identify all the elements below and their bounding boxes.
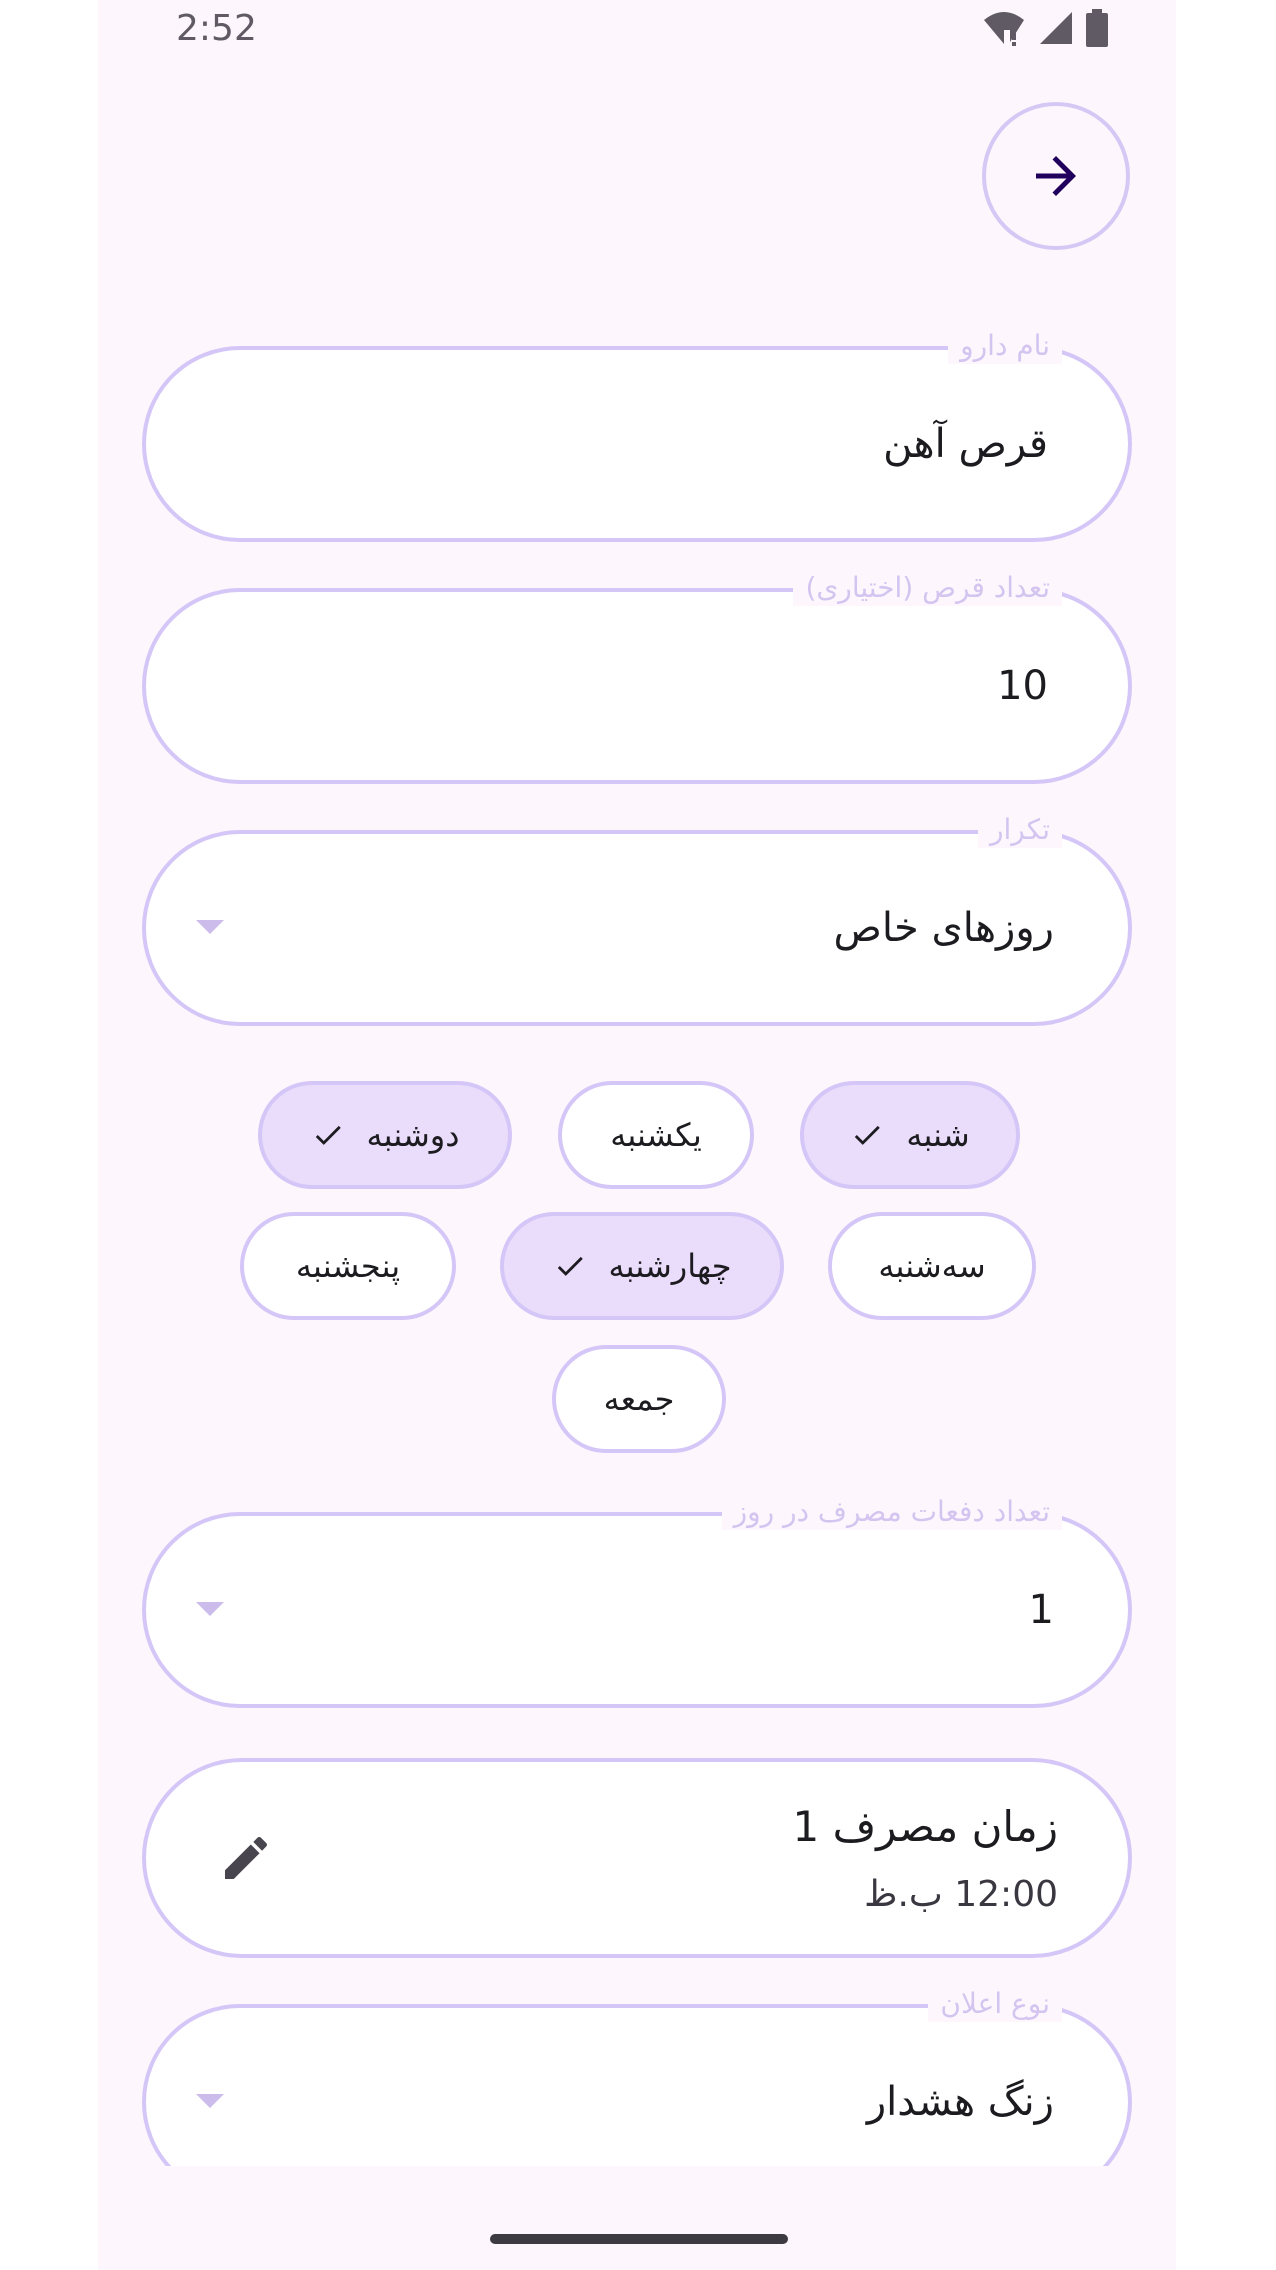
check-icon	[553, 1249, 587, 1283]
chip-label: جمعه	[603, 1380, 675, 1418]
repeat-dropdown[interactable]: تکرار روزهای خاص	[142, 812, 1132, 1026]
edit-dose-time-button[interactable]	[216, 1828, 276, 1888]
dropdown-arrow-icon	[196, 920, 224, 934]
chip-day-wednesday[interactable]: چهارشنبه	[500, 1212, 784, 1320]
pill-count-field[interactable]: تعداد قرص (اختیاری) 10	[142, 570, 1132, 784]
chip-day-sunday[interactable]: یکشنبه	[558, 1081, 754, 1189]
chip-day-monday[interactable]: دوشنبه	[258, 1081, 512, 1189]
chip-label: چهارشنبه	[608, 1247, 732, 1285]
chip-label: سه‌شنبه	[878, 1247, 986, 1285]
status-icons	[982, 8, 1108, 48]
pencil-icon	[225, 1836, 268, 1879]
battery-icon	[1086, 9, 1108, 47]
cellular-signal-icon	[1040, 12, 1072, 44]
status-time: 2:52	[176, 8, 257, 49]
back-button[interactable]	[982, 102, 1130, 250]
repeat-value: روزهای خاص	[833, 905, 1054, 951]
app-screen: 2:52 نام دارو قرص آهن تعداد قرص (اختیاری…	[98, 0, 1176, 2270]
dropdown-arrow-icon	[196, 1602, 224, 1616]
medicine-name-value: قرص آهن	[883, 421, 1048, 467]
chip-day-saturday[interactable]: شنبه	[800, 1081, 1020, 1189]
medicine-name-field[interactable]: نام دارو قرص آهن	[142, 328, 1132, 542]
navigation-bar-area	[98, 2166, 1176, 2270]
wifi-icon	[984, 12, 1024, 46]
chip-label: پنجشنبه	[295, 1247, 401, 1285]
chip-day-friday[interactable]: جمعه	[552, 1345, 726, 1453]
times-per-day-label: تعداد دفعات مصرف در روز	[721, 1494, 1062, 1530]
arrow-right-icon	[1036, 156, 1076, 196]
dose-time-card[interactable]: زمان مصرف 1 12:00 ب.ظ	[142, 1758, 1132, 1958]
pill-count-value: 10	[997, 663, 1048, 709]
home-indicator[interactable]	[490, 2234, 788, 2244]
chip-label: شنبه	[906, 1116, 970, 1154]
chip-label: یکشنبه	[610, 1116, 702, 1154]
chip-day-thursday[interactable]: پنجشنبه	[240, 1212, 456, 1320]
chip-day-tuesday[interactable]: سه‌شنبه	[828, 1212, 1036, 1320]
check-icon	[850, 1118, 884, 1152]
dose-time-title: زمان مصرف 1	[792, 1802, 1059, 1851]
times-per-day-value: 1	[1028, 1587, 1054, 1633]
times-per-day-dropdown[interactable]: تعداد دفعات مصرف در روز 1	[142, 1494, 1132, 1708]
status-bar: 2:52	[98, 0, 1176, 56]
dropdown-arrow-icon	[196, 2094, 224, 2108]
dose-time-value: 12:00 ب.ظ	[864, 1874, 1058, 1915]
chip-label: دوشنبه	[366, 1116, 460, 1154]
check-icon	[311, 1118, 345, 1152]
